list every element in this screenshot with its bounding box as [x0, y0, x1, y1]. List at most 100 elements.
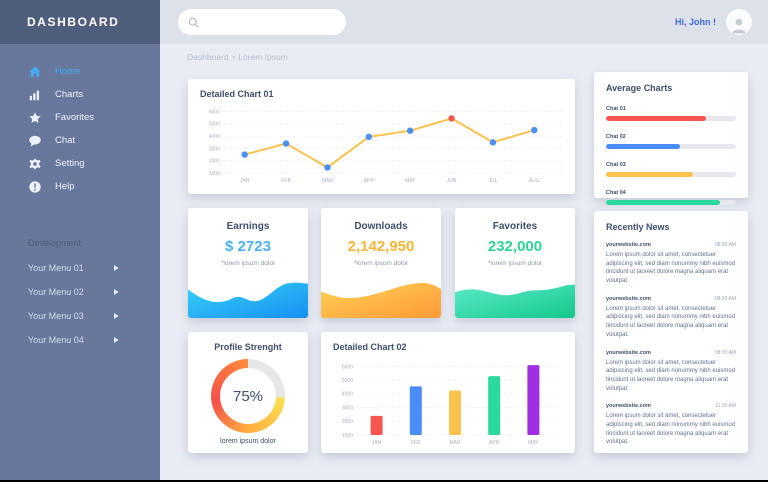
sidebar-item-chat[interactable]: Chat [0, 129, 160, 152]
downloads-card[interactable]: Downloads 2,142,950 *lorem ipsum dolor [321, 208, 441, 318]
progress-list: Chat 01 Chat 02 Chat 03 Chat 04 [606, 106, 736, 205]
svg-text:AUG: AUG [529, 178, 540, 184]
svg-text:APR: APR [364, 178, 375, 184]
svg-text:MAR: MAR [322, 178, 334, 184]
gear-icon [28, 157, 42, 171]
sidebar-dev-item-2[interactable]: Your Menu 02 [0, 280, 160, 304]
dev-item-label: Your Menu 01 [28, 263, 84, 273]
svg-text:MAR: MAR [449, 440, 461, 446]
progress-label: Chat 03 [606, 162, 736, 168]
sidebar-item-setting[interactable]: Setting [0, 152, 160, 175]
topbar: Hi, John ! [160, 0, 768, 44]
svg-text:JAN: JAN [372, 440, 382, 446]
sidebar-item-label: Chat [55, 135, 75, 146]
search-input[interactable] [200, 16, 337, 28]
sidebar-section-label: Development [28, 238, 160, 248]
bar-chart-icon [28, 88, 42, 102]
svg-text:5000: 5000 [342, 378, 353, 384]
earnings-subtitle: *lorem ipsum dolor [188, 260, 308, 267]
favorites-title: Favorites [455, 221, 575, 232]
sidebar-item-favorites[interactable]: Favorites [0, 106, 160, 129]
news-time: 08:30 AM [715, 296, 736, 302]
svg-text:6000: 6000 [209, 109, 220, 115]
sidebar-item-label: Help [55, 181, 75, 192]
average-charts-card: Average Charts Chat 01Chat 02Chat 03Chat… [594, 72, 748, 198]
svg-text:1000: 1000 [342, 433, 353, 439]
line-chart[interactable]: 100020003000400050006000JANFEBMARAPRMAYJ… [200, 102, 563, 185]
sidebar-dev-item-3[interactable]: Your Menu 03 [0, 304, 160, 328]
sidebar-item-help[interactable]: Help [0, 175, 160, 198]
news-item-2[interactable]: yourwebsite.com08:30 AMLorem ipsum dolor… [606, 296, 736, 340]
search-box[interactable] [178, 9, 346, 35]
progress-track [606, 144, 736, 149]
sidebar-item-label: Charts [55, 89, 83, 100]
svg-text:3000: 3000 [209, 146, 220, 152]
news-time: 08:30 AM [715, 350, 736, 356]
news-time: 11:30 AM [715, 403, 736, 409]
svg-text:4000: 4000 [342, 392, 353, 398]
svg-text:JUN: JUN [447, 178, 457, 184]
avatar[interactable] [726, 9, 752, 35]
chart02-title: Detailed Chart 02 [333, 342, 563, 352]
news-site: yourwebsite.com [606, 296, 651, 302]
profile-percent: 75% [220, 368, 276, 424]
profile-strength-card: Profile Strenght 75% lorem ipsum dolor [188, 332, 308, 453]
news-list: yourwebsite.com 08:30 AM Lorem ipsum dolor… [606, 242, 736, 447]
search-icon [187, 16, 200, 29]
news-title: Recently News [606, 222, 736, 232]
dev-item-label: Your Menu 03 [28, 311, 84, 321]
progress-track [606, 116, 736, 121]
svg-text:2000: 2000 [342, 419, 353, 425]
news-site: yourwebsite.com [606, 350, 651, 356]
news-site: yourwebsite.com [606, 403, 651, 409]
earnings-card[interactable]: Earnings $ 2723 *lorem ipsum dolor [188, 208, 308, 318]
progress-item-1: Chat 01 [606, 106, 736, 121]
home-icon [28, 65, 42, 79]
svg-text:5000: 5000 [209, 122, 220, 128]
dev-item-label: Your Menu 04 [28, 335, 84, 345]
svg-text:6000: 6000 [342, 364, 353, 370]
bar-chart[interactable]: 100020003000400050006000JANFEBMARAPRMAY [333, 355, 561, 447]
sidebar-item-label: Setting [55, 158, 85, 169]
chart01-title: Detailed Chart 01 [200, 89, 563, 99]
chevron-right-icon [112, 288, 120, 296]
downloads-value: 2,142,950 [321, 238, 441, 255]
average-charts-title: Average Charts [606, 83, 736, 93]
news-item-3[interactable]: yourwebsite.com 08:30 AM Lorem ipsum dolor… [606, 350, 736, 394]
news-item-4[interactable]: yourwebsite.com 11:30 AM Lorem ipsum dolor… [606, 403, 736, 447]
star-icon [28, 111, 42, 125]
sidebar-dev-item-4[interactable]: Your Menu 04 [0, 328, 160, 352]
news-body: Lorem ipsum dolor sit amet, consectetuer… [606, 359, 736, 394]
sidebar-item-charts[interactable]: Charts [0, 83, 160, 106]
favorites-wave-chart [455, 278, 575, 318]
profile-donut-chart: 75% [211, 359, 285, 433]
favorites-card[interactable]: Favorites 232,000 *lorem ipsum dolor [455, 208, 575, 318]
chevron-right-icon [112, 264, 120, 272]
progress-track [606, 172, 736, 177]
dashboard-app: Hi, John ! DASHBOARD HomeChartsFavorites… [0, 0, 768, 482]
help-icon [28, 180, 42, 194]
svg-text:1000: 1000 [209, 171, 220, 177]
progress-item-3: Chat 03 [606, 162, 736, 177]
svg-text:FEB: FEB [411, 440, 421, 446]
earnings-title: Earnings [188, 221, 308, 232]
news-site: yourwebsite.com [606, 242, 651, 248]
progress-label: Chat 02 [606, 134, 736, 140]
sidebar-dev-menu: Your Menu 01 Your Menu 02 Your Menu 03 Your… [0, 256, 160, 352]
sidebar-dev-item-1[interactable]: Your Menu 01 [0, 256, 160, 280]
news-time: 08:30 AM [715, 242, 736, 248]
recently-news-card: Recently News yourwebsite.com 08:30 AM Lor… [594, 211, 748, 453]
progress-fill [606, 144, 680, 149]
downloads-title: Downloads [321, 221, 441, 232]
svg-text:3000: 3000 [342, 405, 353, 411]
breadcrumb: Dashboard > Lorem Ipsum [187, 52, 288, 62]
news-body: Lorem ipsum dolor sit amet, consectetuer… [606, 412, 736, 447]
progress-item-4: Chat 04 [606, 190, 736, 205]
chat-icon [28, 134, 42, 148]
progress-fill [606, 116, 706, 121]
news-item-1[interactable]: yourwebsite.com08:30 AMLorem ipsum dolor… [606, 242, 736, 286]
progress-label: Chat 01 [606, 106, 736, 112]
progress-fill [606, 200, 720, 205]
sidebar-item-home[interactable]: Home [0, 60, 160, 83]
svg-text:FEB: FEB [281, 178, 291, 184]
